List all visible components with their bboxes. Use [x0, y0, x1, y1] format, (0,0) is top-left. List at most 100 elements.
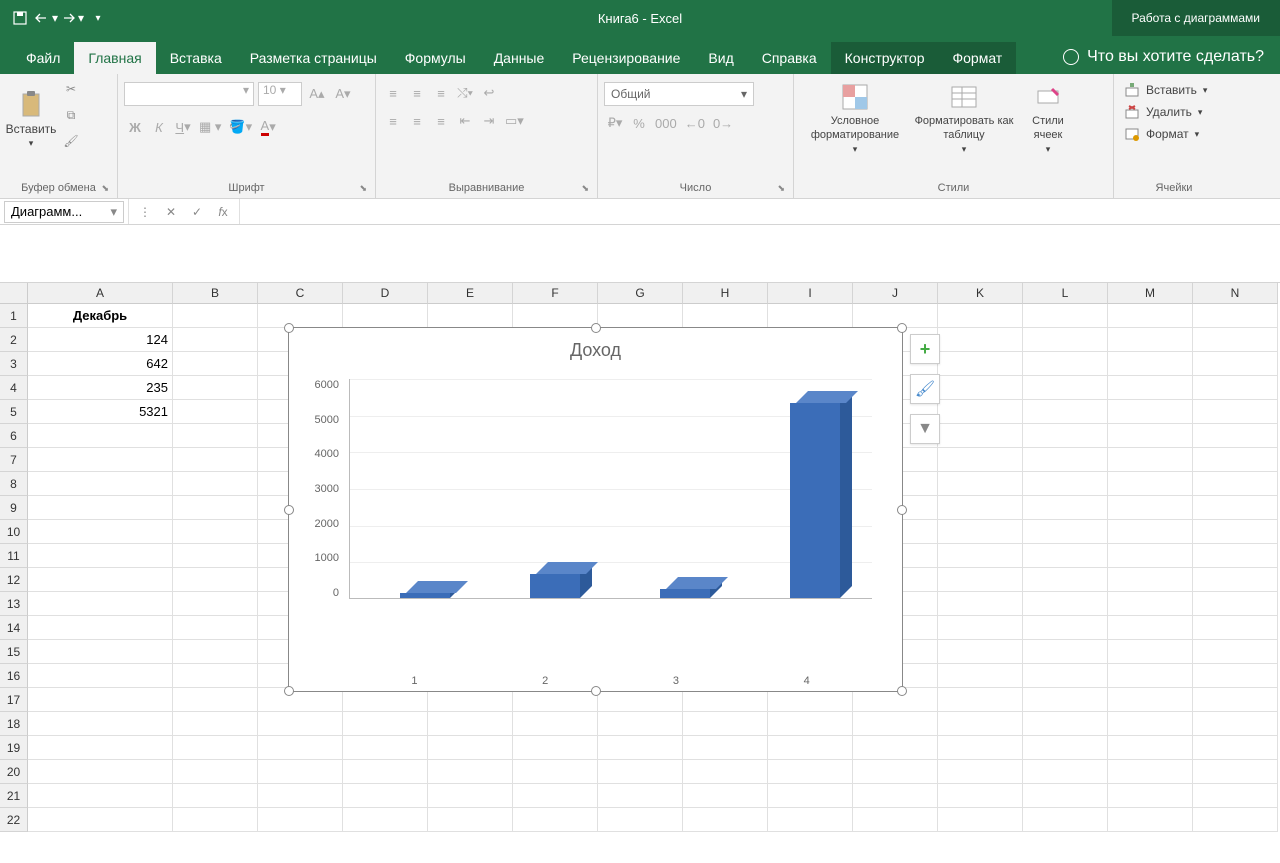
cell-C19[interactable] [258, 736, 343, 760]
cell-C20[interactable] [258, 760, 343, 784]
cell-C1[interactable] [258, 304, 343, 328]
row-head-1[interactable]: 1 [0, 304, 28, 328]
cell-H1[interactable] [683, 304, 768, 328]
cell-D20[interactable] [343, 760, 428, 784]
cell-K3[interactable] [938, 352, 1023, 376]
format-painter-icon[interactable]: 🖌 [60, 130, 82, 152]
cell-J22[interactable] [853, 808, 938, 832]
cell-K8[interactable] [938, 472, 1023, 496]
cell-M10[interactable] [1108, 520, 1193, 544]
cell-M14[interactable] [1108, 616, 1193, 640]
resize-handle-e[interactable] [897, 505, 907, 515]
cell-B12[interactable] [173, 568, 258, 592]
cell-N7[interactable] [1193, 448, 1278, 472]
redo-icon[interactable]: ▾ [60, 6, 84, 30]
cell-A8[interactable] [28, 472, 173, 496]
row-head-5[interactable]: 5 [0, 400, 28, 424]
cell-C21[interactable] [258, 784, 343, 808]
cell-L1[interactable] [1023, 304, 1108, 328]
tab-help[interactable]: Справка [748, 42, 831, 74]
align-bottom-icon[interactable]: ≡ [430, 82, 452, 104]
cell-styles-button[interactable]: Стили ячеек▾ [1018, 78, 1078, 158]
cell-J1[interactable] [853, 304, 938, 328]
decrease-indent-icon[interactable]: ⇤ [454, 110, 476, 132]
cell-B11[interactable] [173, 544, 258, 568]
chart-filter-button[interactable]: ▼ [910, 414, 940, 444]
row-head-12[interactable]: 12 [0, 568, 28, 592]
col-head-B[interactable]: B [173, 283, 258, 304]
cell-D1[interactable] [343, 304, 428, 328]
cell-N6[interactable] [1193, 424, 1278, 448]
cell-B1[interactable] [173, 304, 258, 328]
undo-icon[interactable]: ▾ [34, 6, 58, 30]
increase-indent-icon[interactable]: ⇥ [478, 110, 500, 132]
cell-A10[interactable] [28, 520, 173, 544]
cell-M6[interactable] [1108, 424, 1193, 448]
cell-K1[interactable] [938, 304, 1023, 328]
cell-D21[interactable] [343, 784, 428, 808]
cell-M11[interactable] [1108, 544, 1193, 568]
cell-K22[interactable] [938, 808, 1023, 832]
font-name-select[interactable]: ▾ [124, 82, 254, 106]
cell-J19[interactable] [853, 736, 938, 760]
cell-B7[interactable] [173, 448, 258, 472]
cell-C18[interactable] [258, 712, 343, 736]
cell-G19[interactable] [598, 736, 683, 760]
grow-font-icon[interactable]: A▴ [306, 83, 328, 105]
chart-styles-button[interactable]: 🖌 [910, 374, 940, 404]
cell-A5[interactable]: 5321 [28, 400, 173, 424]
conditional-formatting-button[interactable]: Условное форматирование▾ [800, 78, 910, 158]
cell-I22[interactable] [768, 808, 853, 832]
cell-B13[interactable] [173, 592, 258, 616]
row-head-10[interactable]: 10 [0, 520, 28, 544]
resize-handle-nw[interactable] [284, 323, 294, 333]
font-size-select[interactable]: 10 ▾ [258, 82, 302, 106]
cell-K15[interactable] [938, 640, 1023, 664]
cell-B16[interactable] [173, 664, 258, 688]
cell-L19[interactable] [1023, 736, 1108, 760]
font-launcher-icon[interactable]: ⬊ [359, 183, 367, 194]
cell-N11[interactable] [1193, 544, 1278, 568]
cell-K6[interactable] [938, 424, 1023, 448]
cell-K16[interactable] [938, 664, 1023, 688]
col-head-F[interactable]: F [513, 283, 598, 304]
cell-L13[interactable] [1023, 592, 1108, 616]
cell-B3[interactable] [173, 352, 258, 376]
cell-N18[interactable] [1193, 712, 1278, 736]
cell-K21[interactable] [938, 784, 1023, 808]
cell-A1[interactable]: Декабрь [28, 304, 173, 328]
cell-B10[interactable] [173, 520, 258, 544]
cell-F22[interactable] [513, 808, 598, 832]
cell-A12[interactable] [28, 568, 173, 592]
cell-B17[interactable] [173, 688, 258, 712]
cell-B21[interactable] [173, 784, 258, 808]
cell-B18[interactable] [173, 712, 258, 736]
cell-G1[interactable] [598, 304, 683, 328]
fx-expand-icon[interactable]: ⋮ [133, 202, 157, 222]
cell-L10[interactable] [1023, 520, 1108, 544]
cell-N3[interactable] [1193, 352, 1278, 376]
row-head-4[interactable]: 4 [0, 376, 28, 400]
cell-A15[interactable] [28, 640, 173, 664]
align-top-icon[interactable]: ≡ [382, 82, 404, 104]
cell-B19[interactable] [173, 736, 258, 760]
cell-N22[interactable] [1193, 808, 1278, 832]
cell-M3[interactable] [1108, 352, 1193, 376]
cell-M4[interactable] [1108, 376, 1193, 400]
row-head-14[interactable]: 14 [0, 616, 28, 640]
cell-N16[interactable] [1193, 664, 1278, 688]
cell-M8[interactable] [1108, 472, 1193, 496]
cut-icon[interactable]: ✂ [60, 78, 82, 100]
cell-N10[interactable] [1193, 520, 1278, 544]
cell-L14[interactable] [1023, 616, 1108, 640]
align-middle-icon[interactable]: ≡ [406, 82, 428, 104]
cell-N21[interactable] [1193, 784, 1278, 808]
cell-L21[interactable] [1023, 784, 1108, 808]
cell-A4[interactable]: 235 [28, 376, 173, 400]
cell-F1[interactable] [513, 304, 598, 328]
cell-N8[interactable] [1193, 472, 1278, 496]
cell-M5[interactable] [1108, 400, 1193, 424]
delete-cells-button[interactable]: Удалить ▾ [1120, 102, 1206, 122]
resize-handle-w[interactable] [284, 505, 294, 515]
cell-G22[interactable] [598, 808, 683, 832]
